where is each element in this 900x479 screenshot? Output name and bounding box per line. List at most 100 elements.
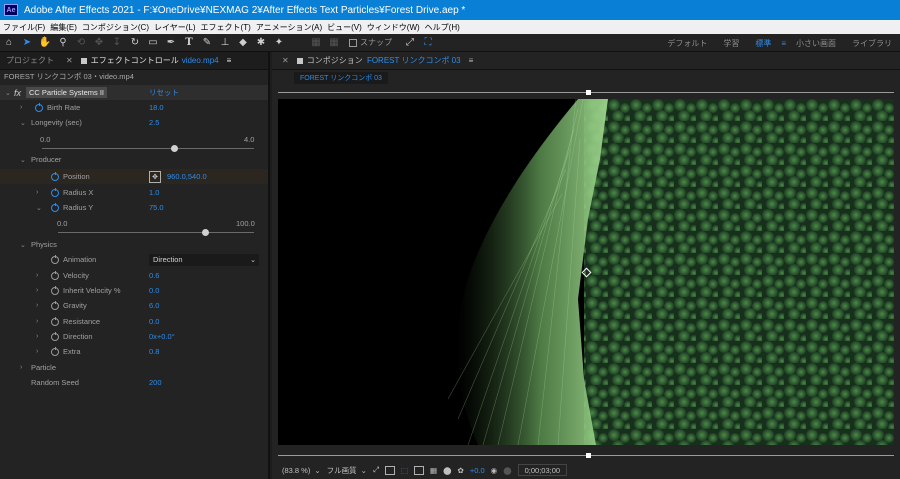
tab-project[interactable]: プロジェクト [0,52,60,70]
rectangle-icon[interactable]: ▭ [145,36,161,50]
home-icon[interactable]: ⌂ [1,36,17,50]
prop-radius-y[interactable]: ⌄ Radius Y 75.0 [0,200,268,215]
prop-longevity[interactable]: ⌄ Longevity (sec) 2.5 [0,115,268,130]
mask-visibility-icon[interactable]: ⬚ [401,466,408,475]
workspace-libraries[interactable]: ライブラリ [852,38,892,49]
collapse-arrow-icon[interactable]: ⌄ [20,119,26,127]
group-particle[interactable]: › Particle [0,360,268,375]
workspace-standard[interactable]: 標準 [755,38,771,49]
prop-value[interactable]: 75.0 [149,203,164,212]
effect-header-row[interactable]: ⌄ fx CC Particle Systems II リセット [0,85,268,100]
stopwatch-icon[interactable] [51,187,59,197]
prop-value[interactable]: 2.5 [149,118,159,127]
prop-velocity[interactable]: › Velocity 0.6 [0,268,268,283]
hand-icon[interactable]: ✋ [37,36,53,50]
puppet-overlap-icon[interactable]: ▦ [326,36,342,50]
effect-reset-link[interactable]: リセット [149,87,179,98]
dolly-icon[interactable]: ↧ [109,36,125,50]
longevity-slider-track[interactable] [42,148,254,149]
puppet-starch-icon[interactable]: ▦ [308,36,324,50]
longevity-slider-knob[interactable] [171,145,178,152]
color-management-icon[interactable]: ✿ [458,466,464,475]
prop-animation[interactable]: Animation Direction ⌄ [0,252,268,267]
zoom-dropdown[interactable]: (83.8 %) ⌄ [282,466,321,475]
lock-icon[interactable] [80,57,87,64]
expand-arrow-icon[interactable]: › [36,333,38,340]
effect-name[interactable]: CC Particle Systems II [26,87,108,98]
prop-value[interactable]: 1.0 [149,188,159,197]
prop-extra[interactable]: › Extra 0.8 [0,344,268,359]
prop-direction[interactable]: › Direction 0x+0.0° [0,329,268,344]
panel-menu-icon[interactable]: ≡ [469,56,474,65]
pan-icon[interactable]: ✥ [91,36,107,50]
resolution-dropdown[interactable]: フル画質 ⌄ [327,465,367,476]
expand-arrow-icon[interactable]: › [36,318,38,325]
tab-effect-controls[interactable]: ✕ エフェクトコントロール video.mp4 ≡ [60,52,237,70]
expand-arrow-icon[interactable]: › [20,104,22,111]
expand-arrow-icon[interactable]: › [36,189,38,196]
group-producer[interactable]: ⌄ Producer [0,152,268,167]
prop-gravity[interactable]: › Gravity 6.0 [0,298,268,313]
stopwatch-icon[interactable] [51,171,59,181]
expand-arrow-icon[interactable]: › [36,348,38,355]
expand-arrow-icon[interactable]: › [36,272,38,279]
menu-help[interactable]: ヘルプ(H) [425,22,460,33]
current-time-display[interactable]: 0;00;03;00 [517,464,568,476]
selection-arrow-icon[interactable]: ➤ [19,36,35,50]
prop-position[interactable]: Position ✥ 960.0,540.0 [0,169,268,184]
collapse-arrow-icon[interactable]: ⌄ [20,241,26,249]
crosshair-icon[interactable]: ✥ [149,170,161,183]
grid-toggle-icon[interactable] [384,465,395,475]
close-icon[interactable]: ✕ [66,56,73,65]
transform-handle[interactable] [586,90,591,95]
transform-handle[interactable] [586,453,591,458]
collapse-arrow-icon[interactable]: ⌄ [5,89,11,97]
workspace-default[interactable]: デフォルト [667,38,707,49]
stopwatch-icon[interactable] [51,202,59,212]
composition-subtab[interactable]: FOREST リンクコンポ 03 [294,72,388,84]
menu-composition[interactable]: コンポジション(C) [82,22,149,33]
stopwatch-icon[interactable] [51,270,59,280]
expand-arrow-icon[interactable]: › [36,287,38,294]
snapshot-icon[interactable]: ◉ [491,466,498,475]
puppet-icon[interactable]: ✦ [271,36,287,50]
prop-value[interactable]: 6.0 [149,301,159,310]
radius-y-slider-knob[interactable] [201,229,209,236]
menu-view[interactable]: ビュー(V) [327,22,362,33]
collapse-arrow-icon[interactable]: ⌄ [36,204,42,212]
prop-birth-rate[interactable]: › Birth Rate 18.0 [0,100,268,115]
menu-effect[interactable]: エフェクト(T) [201,22,251,33]
orbit-icon[interactable]: ⟲ [73,36,89,50]
prop-value[interactable]: 0.0 [149,286,159,295]
fx-badge[interactable]: fx [14,88,21,98]
snap-expand-icon[interactable]: ⛶ [420,36,436,50]
menu-animation[interactable]: アニメーション(A) [256,22,322,33]
expand-arrow-icon[interactable]: › [36,302,38,309]
type-icon[interactable]: T [181,36,197,50]
prop-value[interactable]: 0.6 [149,271,159,280]
transparency-grid-icon[interactable]: ▦ [430,466,437,475]
prop-random-seed[interactable]: Random Seed 200 [0,375,268,390]
animation-dropdown[interactable]: Direction ⌄ [149,253,259,266]
panel-menu-icon[interactable]: ≡ [227,56,232,65]
stopwatch-icon[interactable] [51,254,59,264]
stopwatch-icon[interactable] [51,285,59,295]
menu-file[interactable]: ファイル(F) [3,22,45,33]
prop-value[interactable]: 960.0,540.0 [167,172,207,181]
workspace-learn[interactable]: 学習 [723,38,739,49]
stopwatch-icon[interactable] [35,102,43,112]
stopwatch-icon[interactable] [51,346,59,356]
workspace-menu-icon[interactable]: ≡ [781,39,786,48]
prop-value[interactable]: 0.0 [149,317,159,326]
fast-preview-icon[interactable]: ⤢ [373,465,379,475]
prop-value[interactable]: 0x+0.0° [149,332,175,341]
radius-y-slider-track[interactable] [58,232,254,233]
prop-resistance[interactable]: › Resistance 0.0 [0,314,268,329]
prop-inherit-velocity[interactable]: › Inherit Velocity % 0.0 [0,283,268,298]
group-physics[interactable]: ⌄ Physics [0,237,268,252]
stopwatch-icon[interactable] [51,300,59,310]
prop-value[interactable]: 200 [149,378,162,387]
region-of-interest-icon[interactable] [414,465,425,475]
roto-brush-icon[interactable]: ✱ [253,36,269,50]
menu-layer[interactable]: レイヤー(L) [154,22,196,33]
